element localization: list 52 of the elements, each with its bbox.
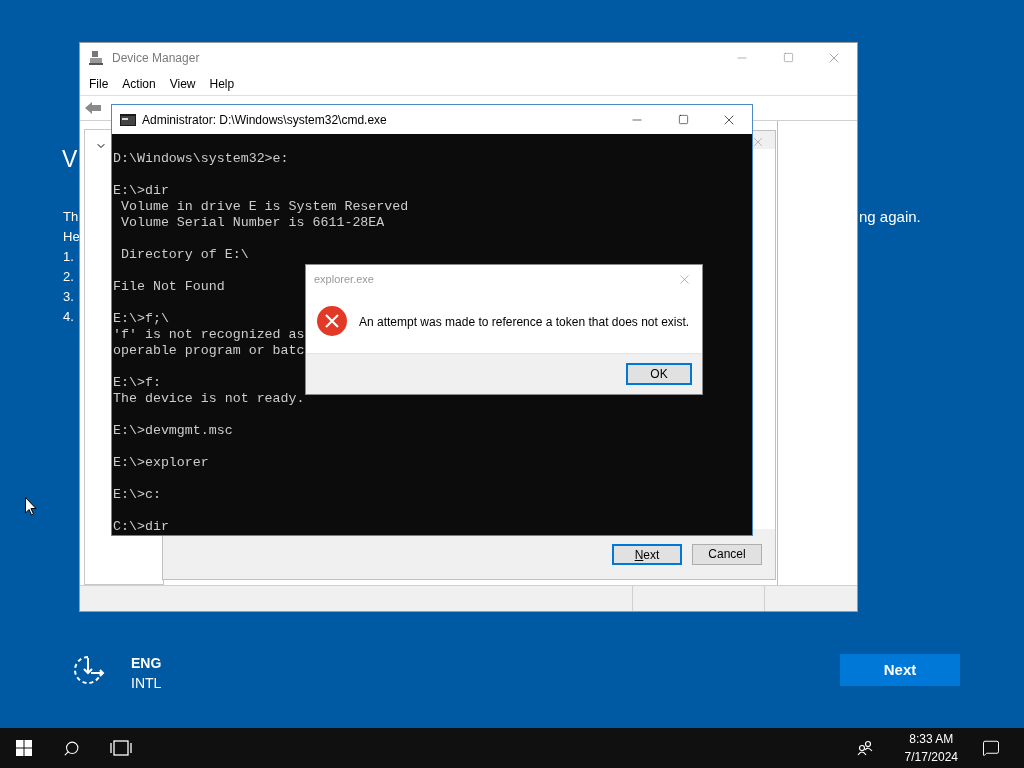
accessibility-icon[interactable] xyxy=(71,653,105,687)
wizard-button[interactable]: Cancel xyxy=(692,543,762,565)
wizard-button[interactable]: Next xyxy=(612,543,682,565)
console-line: C:\>dir xyxy=(113,519,169,535)
close-icon[interactable] xyxy=(751,135,765,149)
console-line: Directory of E:\ xyxy=(119,247,249,263)
console-line: Volume in drive E is System Reserved xyxy=(119,199,409,215)
console-line: File Not Found xyxy=(113,279,225,295)
error-message: An attempt was made to reference a token that does not exist. xyxy=(359,314,690,331)
step-number: 3. xyxy=(63,288,74,306)
step-number: 2. xyxy=(63,268,74,286)
console-line: The device is not ready. xyxy=(113,391,305,407)
console-line: E:\>c: xyxy=(113,487,161,503)
console-line: E:\>dir xyxy=(113,183,169,199)
setup-text: ng again. xyxy=(859,207,921,227)
keyboard-layout-label[interactable]: INTL xyxy=(131,673,162,693)
console-line: E:\>devmgmt.msc xyxy=(113,423,233,439)
clock-date[interactable]: 7/17/2024 xyxy=(904,748,958,766)
console-line: E:\>f: xyxy=(113,375,161,391)
search-icon[interactable] xyxy=(63,739,80,757)
dialog-title: explorer.exe xyxy=(314,272,374,288)
setup-text: He xyxy=(63,228,80,246)
menu-item[interactable]: View xyxy=(169,74,196,93)
people-icon[interactable] xyxy=(856,740,873,756)
windows-start-icon[interactable] xyxy=(16,740,32,756)
menu-item[interactable]: Help xyxy=(209,74,235,93)
back-arrow-icon[interactable] xyxy=(84,101,102,115)
step-number: 1. xyxy=(63,248,74,266)
step-number: 4. xyxy=(63,308,74,326)
clock-time[interactable]: 8:33 AM xyxy=(909,730,954,748)
console-line: E:\>f;\ xyxy=(113,311,169,327)
console-icon xyxy=(120,113,136,126)
error-icon xyxy=(317,306,347,336)
window-title: Administrator: D:\Windows\system32\cmd.exe xyxy=(142,111,387,129)
console-line: E:\>explorer xyxy=(113,455,209,471)
setup-heading: V xyxy=(62,148,78,171)
maximize-icon[interactable] xyxy=(677,114,689,125)
cursor-icon xyxy=(25,497,37,516)
language-label[interactable]: ENG xyxy=(131,653,162,673)
console-line: 'f' is not recognized as xyxy=(113,327,305,343)
ok-button[interactable]: OK xyxy=(626,363,692,385)
menu-item[interactable]: Action xyxy=(122,74,156,93)
console-line: D:\Windows\system32>e: xyxy=(113,151,289,167)
task-view-icon[interactable] xyxy=(110,740,132,756)
console-line: Volume Serial Number is 6611-28EA xyxy=(119,215,385,231)
menu-item[interactable]: File xyxy=(89,74,109,93)
next-button[interactable]: Next xyxy=(840,654,960,686)
console-line: operable program or batc xyxy=(113,343,305,359)
notification-icon[interactable] xyxy=(982,739,1000,757)
computer-icon xyxy=(88,49,104,66)
setup-text: Th xyxy=(63,208,79,226)
window-title: Device Manager xyxy=(112,49,200,67)
